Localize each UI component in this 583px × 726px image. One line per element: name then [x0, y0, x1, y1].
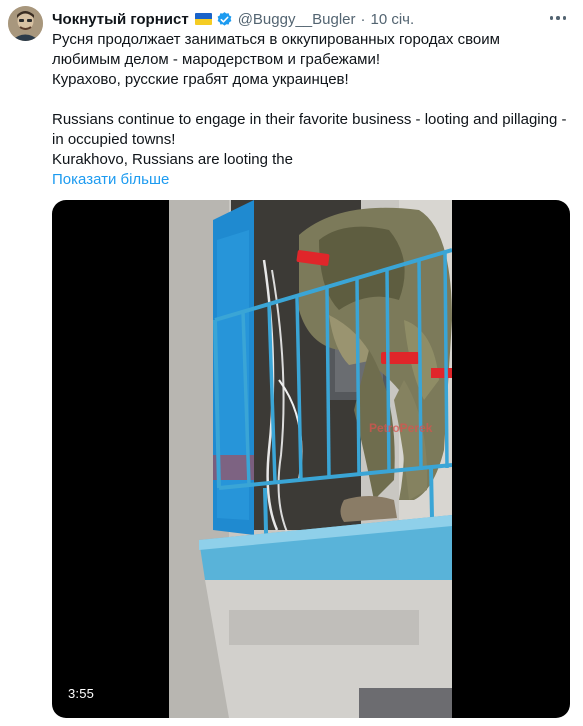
ukraine-flag-icon: [194, 13, 212, 25]
tweet-text-line: Русня продолжает заниматься в оккупирова…: [52, 31, 500, 48]
tweet-text-line: Kurakhovo, Russians are looting the: [52, 151, 293, 168]
timestamp[interactable]: 10 січ.: [371, 11, 415, 28]
display-name[interactable]: Чокнутый горнист: [52, 11, 189, 28]
tweet-text: Русня продолжает заниматься в оккупирова…: [52, 30, 577, 190]
video-frame: PetroPеrek: [169, 200, 452, 718]
video-duration: 3:55: [68, 686, 95, 701]
tweet-text-line: любимым делом - мародерством и грабежами…: [52, 51, 381, 68]
tweet[interactable]: Чокнутый горнист @Buggy__Bugler · 10 січ…: [0, 0, 583, 726]
verified-badge-icon[interactable]: [216, 11, 233, 28]
video-player[interactable]: PetroPеrek 3:55: [52, 200, 570, 718]
user-handle[interactable]: @Buggy__Bugler: [238, 11, 356, 28]
tweet-header: Чокнутый горнист @Buggy__Bugler · 10 січ…: [52, 9, 543, 29]
tweet-text-line: Курахово, русские грабят дома украинцев!: [52, 71, 349, 88]
tweet-text-line: in occupied towns!: [52, 131, 176, 148]
tweet-text-line: Russians continue to engage in their fav…: [52, 111, 567, 128]
avatar[interactable]: [8, 6, 43, 41]
show-more-link[interactable]: Показати більше: [52, 170, 577, 190]
video-watermark: PetroPеrek: [369, 421, 433, 435]
more-options-icon[interactable]: [545, 8, 571, 28]
separator-dot: ·: [360, 10, 366, 28]
